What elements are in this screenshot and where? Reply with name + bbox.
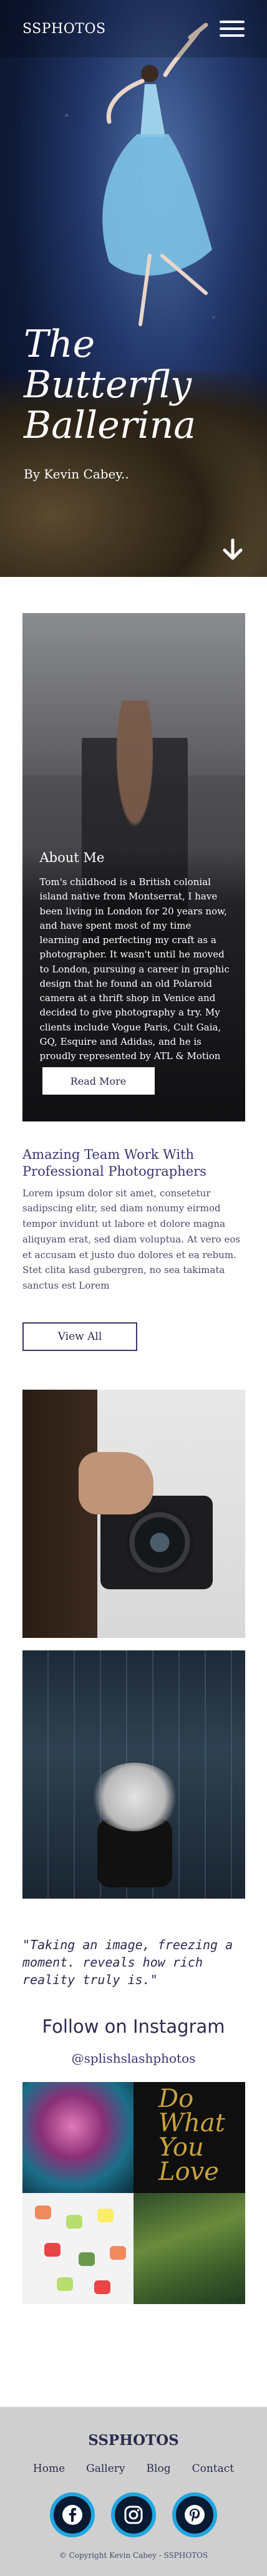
about-heading: About Me xyxy=(39,850,105,865)
instagram-grid: Do What You Love xyxy=(22,2081,245,2304)
brand-logo[interactable]: SSPHOTOS xyxy=(22,21,106,37)
instagram-heading: Follow on Instagram xyxy=(42,2015,225,2037)
subway-photo xyxy=(22,1650,245,1899)
footer-link-home[interactable]: Home xyxy=(33,2462,65,2475)
footer-link-contact[interactable]: Contact xyxy=(192,2462,235,2475)
instagram-tile[interactable] xyxy=(134,2192,245,2304)
smoke-cloud xyxy=(90,1762,178,1831)
instagram-tile[interactable] xyxy=(22,2081,134,2193)
footer-link-gallery[interactable]: Gallery xyxy=(86,2462,125,2475)
footer-brand: SSPHOTOS xyxy=(88,2431,179,2449)
footer: SSPHOTOS Home Gallery Blog Contact © Cop… xyxy=(0,2406,267,2576)
photo-hand xyxy=(78,1451,153,1514)
team-heading: Amazing Team Work With Professional Phot… xyxy=(22,1147,206,1179)
camera-photo xyxy=(22,1389,245,1638)
arrow-down-icon[interactable] xyxy=(221,538,245,561)
team-section: Amazing Team Work With Professional Phot… xyxy=(0,1121,267,1351)
facebook-icon[interactable] xyxy=(50,2492,95,2537)
view-all-button[interactable]: View All xyxy=(22,1322,137,1351)
instagram-icon[interactable] xyxy=(111,2492,156,2537)
quote-text: "Taking an image, freezing a moment. rev… xyxy=(22,1937,233,1987)
instagram-tile[interactable]: Do What You Love xyxy=(134,2081,245,2193)
hero-section: SSPHOTOS The Butterfly Ballerina By Kevi… xyxy=(0,0,267,577)
instagram-tile[interactable] xyxy=(22,2192,134,2304)
social-links xyxy=(0,2492,267,2537)
instagram-handle[interactable]: @splishslashphotos xyxy=(0,2051,267,2066)
team-text: Lorem ipsum dolor sit amet, consetetur s… xyxy=(22,1187,241,1292)
about-text: Tom's childhood is a British colonial is… xyxy=(39,876,230,1062)
tile-text: Do What You Love xyxy=(158,2084,225,2187)
hamburger-icon[interactable] xyxy=(220,21,245,37)
hero-author: By Kevin Cabey.. xyxy=(24,467,129,482)
photo-arm xyxy=(22,1389,97,1638)
pinterest-icon[interactable] xyxy=(172,2492,217,2537)
about-card: About Me Tom's childhood is a British co… xyxy=(22,613,245,1121)
camera-lens xyxy=(125,1508,194,1577)
footer-link-blog[interactable]: Blog xyxy=(147,2462,171,2475)
read-more-button[interactable]: Read More xyxy=(42,1067,155,1095)
hero-title: The Butterfly Ballerina xyxy=(24,322,197,447)
top-nav: SSPHOTOS xyxy=(0,0,267,57)
copyright-text: © Copyright Kevin Cabey - SSPHOTOS xyxy=(59,2550,208,2560)
footer-nav: Home Gallery Blog Contact xyxy=(0,2462,267,2475)
